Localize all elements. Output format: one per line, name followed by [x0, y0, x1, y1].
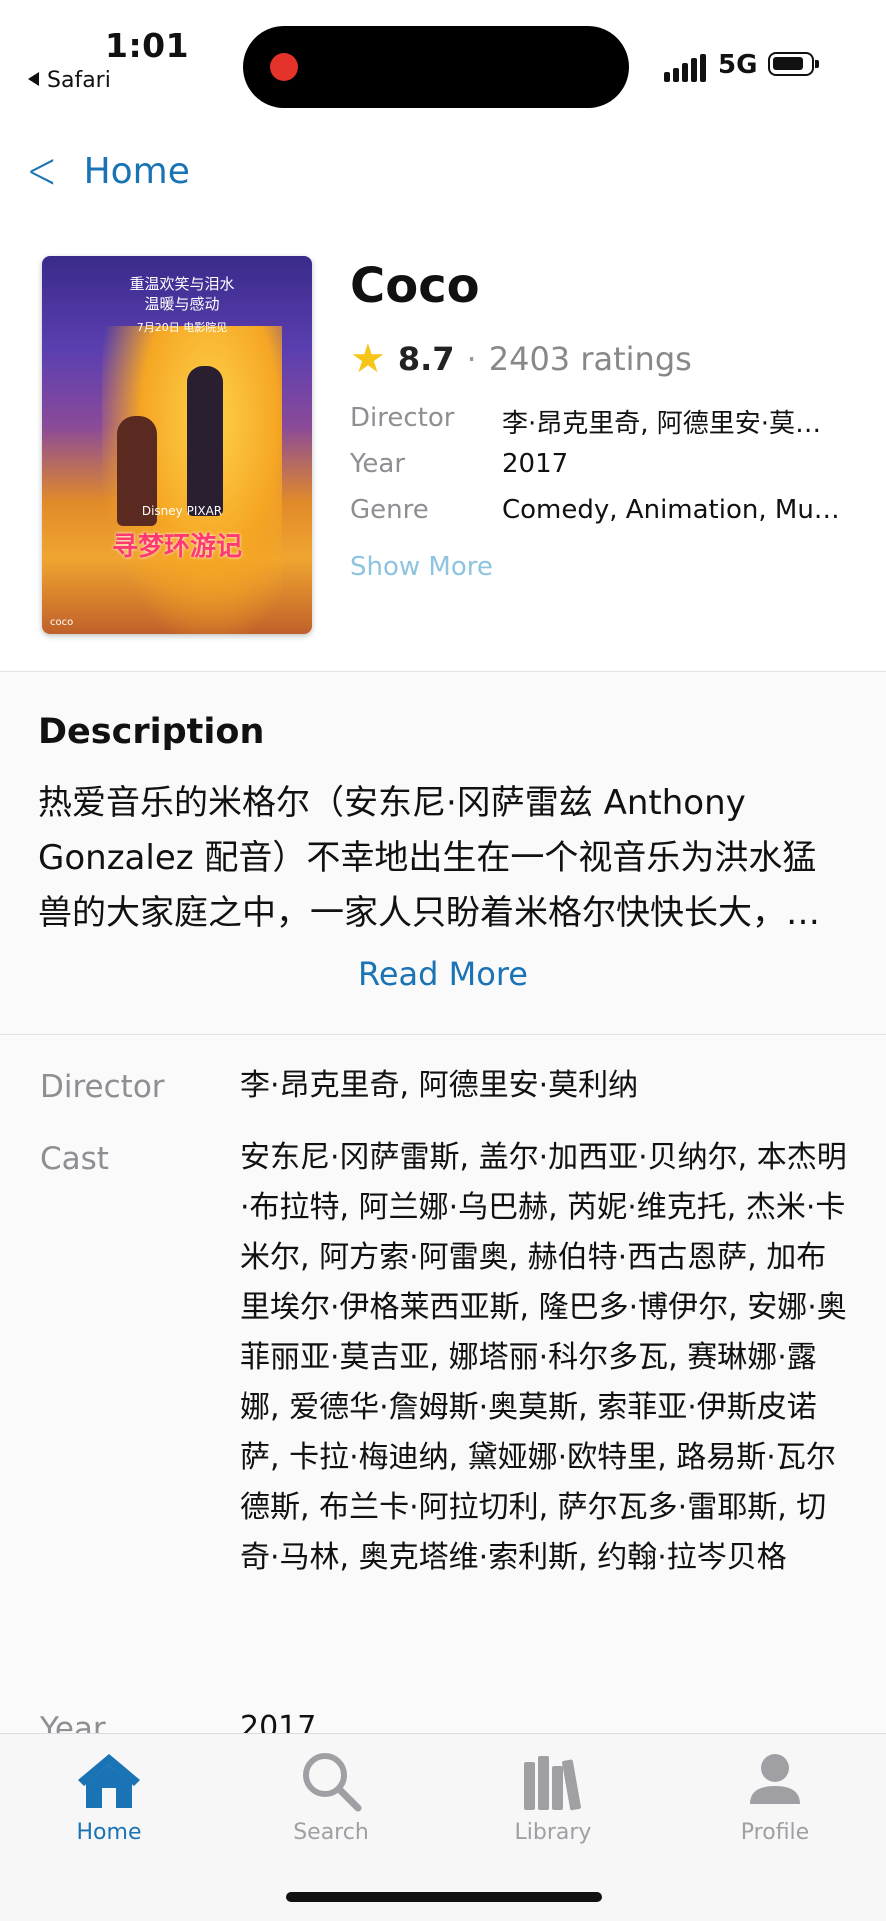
- poster-date-text: 7月20日 电影院见: [136, 321, 228, 334]
- meta-label: Year: [350, 449, 406, 479]
- poster-brand: Disney PIXAR: [141, 504, 223, 518]
- rating-count: 2403 ratings: [488, 340, 692, 378]
- tab-search[interactable]: Search: [256, 1734, 406, 1845]
- back-triangle-icon: [28, 72, 39, 86]
- meta-value: 2017: [502, 449, 569, 479]
- movie-title: Coco: [350, 258, 480, 314]
- network-label: 5G: [718, 50, 758, 80]
- poster-overlay-text: 重温欢笑与泪水 温暖与感动: [129, 275, 235, 313]
- status-bar: 1:01 Safari 5G: [0, 0, 886, 120]
- status-time: 1:01: [105, 26, 190, 65]
- tab-home[interactable]: Home: [34, 1734, 184, 1845]
- detail-year-value: 2017: [240, 1710, 317, 1735]
- chevron-left-icon: <: [26, 141, 58, 201]
- meta-value: 李·昂克里奇, 阿德里安·莫利纳: [502, 409, 847, 439]
- movie-poster: 重温欢笑与泪水 温暖与感动 7月20日 电影院见 Disney PIXAR 寻梦…: [42, 256, 312, 634]
- read-more-link[interactable]: Read More: [0, 955, 886, 993]
- description-text: 热爱音乐的米格尔（安东尼·冈萨雷兹 Anthony Gonzalez 配音）不幸…: [38, 783, 820, 933]
- details-section: Director 李·昂克里奇, 阿德里安·莫利纳 Cast 安东尼·冈萨雷斯,…: [0, 1035, 886, 1735]
- back-to-safari[interactable]: Safari: [28, 68, 111, 93]
- nav-back-label: Home: [83, 150, 190, 192]
- tab-label: Profile: [740, 1820, 810, 1845]
- tab-profile[interactable]: Profile: [700, 1734, 850, 1845]
- person-icon: [740, 1746, 810, 1816]
- meta-value: Comedy, Animation, Music: [502, 495, 847, 525]
- tab-library[interactable]: Library: [478, 1734, 628, 1845]
- recording-dot-icon: [270, 53, 298, 81]
- detail-year-label: Year: [40, 1711, 106, 1735]
- battery-icon: [768, 52, 819, 76]
- detail-cast-label: Cast: [40, 1141, 109, 1177]
- poster-figure-skeleton: [187, 366, 223, 516]
- poster-corner-logo: coco: [50, 617, 74, 628]
- dynamic-island: [243, 26, 629, 108]
- detail-director-label: Director: [40, 1069, 165, 1105]
- rating-separator: ·: [466, 340, 477, 378]
- meta-label: Genre: [350, 495, 429, 525]
- nav-back-button[interactable]: < Home: [20, 145, 190, 197]
- home-indicator: [286, 1892, 602, 1902]
- tab-label: Library: [514, 1820, 592, 1845]
- house-icon: [74, 1746, 144, 1816]
- poster-title-cn: 寻梦环游记: [111, 532, 242, 562]
- detail-cast-value: 安东尼·冈萨雷斯, 盖尔·加西亚·贝纳尔, 本杰明·布拉特, 阿兰娜·乌巴赫, …: [240, 1140, 847, 1575]
- show-more-link[interactable]: Show More: [350, 552, 493, 582]
- tab-label: Search: [293, 1820, 369, 1845]
- detail-director-value: 李·昂克里奇, 阿德里安·莫利纳: [240, 1068, 639, 1103]
- magnifier-icon: [296, 1746, 366, 1816]
- rating-score: 8.7: [397, 340, 455, 378]
- tab-label: Home: [76, 1820, 142, 1845]
- meta-label: Director: [350, 403, 455, 433]
- books-icon: [518, 1746, 588, 1816]
- description-heading: Description: [38, 712, 265, 752]
- back-app-label: Safari: [47, 68, 111, 93]
- rating-row: ★ 8.7 · 2403 ratings: [350, 336, 692, 382]
- star-icon: ★: [350, 336, 386, 382]
